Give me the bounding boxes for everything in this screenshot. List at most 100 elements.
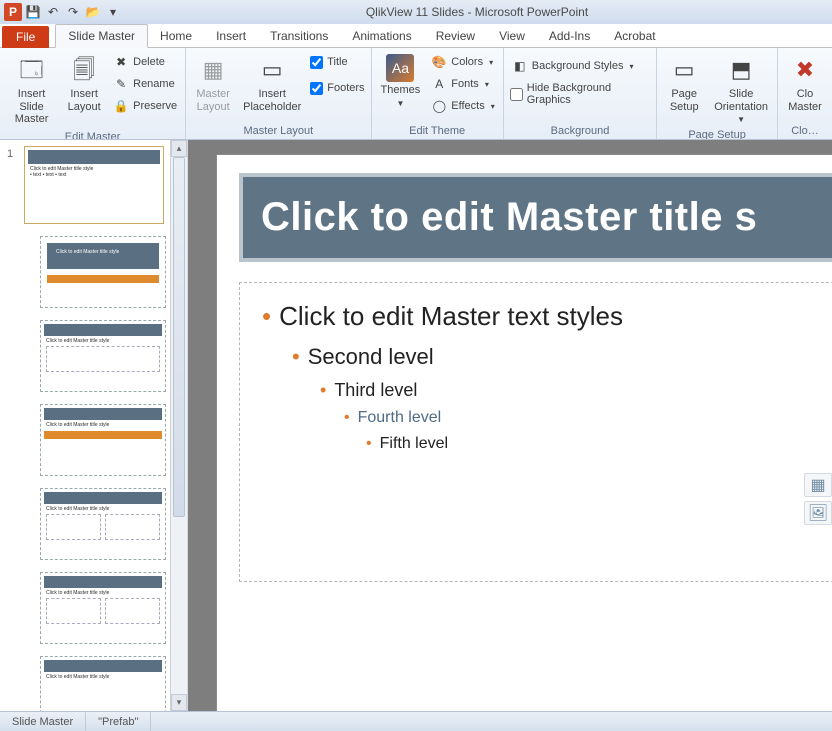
orientation-icon: ⬒ xyxy=(725,54,757,86)
tab-slide-master[interactable]: Slide Master xyxy=(55,24,148,48)
group-master-layout-label: Master Layout xyxy=(192,122,364,137)
tab-view[interactable]: View xyxy=(487,25,537,47)
scroll-up-icon[interactable]: ▴ xyxy=(171,140,187,157)
hide-background-checkbox[interactable]: Hide Background Graphics xyxy=(510,84,650,104)
title-checkbox[interactable]: Title xyxy=(310,52,364,72)
thumbnail-title: Click to edit Master title style xyxy=(46,590,160,596)
insert-layout-button[interactable]: 🗐 Insert Layout xyxy=(63,52,105,115)
preserve-icon: 🔒 xyxy=(113,98,129,114)
chevron-down-icon: ▾ xyxy=(485,80,489,89)
insert-slide-master-button[interactable]: 🗔 Insert Slide Master xyxy=(6,52,57,128)
thumbnail-list[interactable]: Click to edit Master title style • text … xyxy=(20,140,170,711)
file-tab[interactable]: File xyxy=(2,26,49,48)
master-title-placeholder[interactable]: Click to edit Master title s xyxy=(239,173,832,262)
effects-button[interactable]: ◯ Effects ▾ xyxy=(429,96,496,116)
effects-icon: ◯ xyxy=(431,98,447,114)
thumbnail-layout[interactable]: Click to edit Master title style xyxy=(40,656,166,711)
window-title: QlikView 11 Slides - Microsoft PowerPoin… xyxy=(122,5,832,19)
scrollbar-thumb[interactable] xyxy=(173,157,185,517)
thumbnail-title: Click to edit Master title style xyxy=(46,422,160,428)
thumbnail-body: • text • text • text xyxy=(30,172,158,178)
delete-label: Delete xyxy=(133,56,165,68)
undo-icon[interactable]: ↶ xyxy=(44,3,62,21)
delete-button[interactable]: ✖Delete xyxy=(111,52,179,72)
master-layout-icon: ▦ xyxy=(197,54,229,86)
chevron-down-icon: ▼ xyxy=(737,115,745,124)
thumbnail-master[interactable]: Click to edit Master title style • text … xyxy=(24,146,164,224)
thumbnail-title: Click to edit Master title style xyxy=(56,249,119,255)
insert-placeholder-label: Insert Placeholder xyxy=(243,88,301,113)
thumbnail-layout[interactable]: Click to edit Master title style xyxy=(40,572,166,644)
master-body-placeholder[interactable]: •Click to edit Master text styles •Secon… xyxy=(239,282,832,582)
footers-checkbox-label: Footers xyxy=(327,82,364,94)
body-level5: Fifth level xyxy=(380,435,448,453)
colors-button[interactable]: 🎨Colors▾ xyxy=(429,52,496,72)
thumbnail-scrollbar[interactable]: ▴ ▾ xyxy=(170,140,187,711)
background-styles-button[interactable]: ◧Background Styles▾ xyxy=(510,56,650,76)
chevron-down-icon: ▾ xyxy=(629,62,633,71)
background-styles-icon: ◧ xyxy=(512,58,528,74)
body-level3: Third level xyxy=(334,380,417,401)
open-icon[interactable]: 📂 xyxy=(84,3,102,21)
close-master-button[interactable]: ✖ Clo Master xyxy=(784,52,826,115)
group-background: ◧Background Styles▾ Hide Background Grap… xyxy=(504,48,657,139)
master-title-text: Click to edit Master title s xyxy=(261,195,757,239)
effects-label: Effects xyxy=(451,100,484,112)
thumbnail-title: Click to edit Master title style xyxy=(46,338,160,344)
thumbnail-layout[interactable]: Click to edit Master title style xyxy=(40,404,166,476)
table-icon[interactable]: ▦ xyxy=(804,473,832,497)
quick-access-toolbar: P 💾 ↶ ↷ 📂 ▾ xyxy=(4,3,122,21)
picture-icon[interactable]: 🖼 xyxy=(804,501,832,525)
bullet-icon: • xyxy=(366,436,372,452)
master-layout-button[interactable]: ▦ Master Layout xyxy=(192,52,234,115)
tab-review[interactable]: Review xyxy=(424,25,487,47)
title-bar: P 💾 ↶ ↷ 📂 ▾ QlikView 11 Slides - Microso… xyxy=(0,0,832,24)
slide-edit-area[interactable]: Click to edit Master title s • Click to e… xyxy=(188,140,832,711)
preserve-button[interactable]: 🔒Preserve xyxy=(111,96,179,116)
thumbnail-layout[interactable]: Click to edit Master title style xyxy=(40,236,166,308)
group-edit-theme: Aa Themes ▼ 🎨Colors▾ AFonts▾ ◯Effects▾ E… xyxy=(372,48,504,139)
save-icon[interactable]: 💾 xyxy=(24,3,42,21)
tab-transitions[interactable]: Transitions xyxy=(258,25,340,47)
insert-slide-master-icon: 🗔 xyxy=(16,54,48,86)
slide-canvas[interactable]: Click to edit Master title s • Click to e… xyxy=(216,154,832,711)
themes-label: Themes xyxy=(381,84,421,97)
orientation-label: Slide Orientation xyxy=(714,88,768,113)
hide-background-label: Hide Background Graphics xyxy=(527,82,650,106)
themes-icon: Aa xyxy=(386,54,414,82)
redo-icon[interactable]: ↷ xyxy=(64,3,82,21)
scroll-down-icon[interactable]: ▾ xyxy=(171,694,187,711)
fonts-button[interactable]: AFonts▾ xyxy=(429,74,496,94)
group-master-layout: ▦ Master Layout ▭ Insert Placeholder Tit… xyxy=(186,48,371,139)
rename-icon: ✎ xyxy=(113,76,129,92)
thumbnail-layout-selected[interactable]: Click to edit Master title style xyxy=(40,320,166,392)
tab-animations[interactable]: Animations xyxy=(340,25,423,47)
slide-orientation-button[interactable]: ⬒ Slide Orientation ▼ xyxy=(711,52,771,126)
group-background-label: Background xyxy=(510,122,650,137)
tab-acrobat[interactable]: Acrobat xyxy=(602,25,667,47)
status-theme: "Prefab" xyxy=(86,712,151,731)
insert-placeholder-button[interactable]: ▭ Insert Placeholder xyxy=(240,52,304,115)
bullet-icon: • xyxy=(292,346,300,368)
page-setup-button[interactable]: ▭ Page Setup xyxy=(663,52,705,115)
insert-layout-icon: 🗐 xyxy=(68,54,100,86)
insert-slide-master-label: Insert Slide Master xyxy=(9,88,54,126)
chevron-down-icon: ▼ xyxy=(396,99,404,108)
status-view: Slide Master xyxy=(0,712,86,731)
chevron-down-icon: ▾ xyxy=(489,58,493,67)
chevron-down-icon: ▾ xyxy=(491,102,495,111)
rename-button[interactable]: ✎ Rename xyxy=(111,74,179,94)
fonts-label: Fonts xyxy=(451,78,479,90)
tab-home[interactable]: Home xyxy=(148,25,204,47)
close-icon: ✖ xyxy=(789,54,821,86)
tab-addins[interactable]: Add-Ins xyxy=(537,25,602,47)
thumbnail-layout[interactable]: Click to edit Master title style xyxy=(40,488,166,560)
rename-label: Rename xyxy=(133,78,175,90)
close-master-label: Clo Master xyxy=(788,88,822,113)
tab-insert[interactable]: Insert xyxy=(204,25,258,47)
body-level1: Click to edit Master text styles xyxy=(279,301,623,332)
themes-button[interactable]: Aa Themes ▼ xyxy=(378,52,424,110)
footers-checkbox[interactable]: Footers xyxy=(310,78,364,98)
group-page-setup-label: Page Setup xyxy=(663,126,771,140)
qat-dropdown-icon[interactable]: ▾ xyxy=(104,3,122,21)
